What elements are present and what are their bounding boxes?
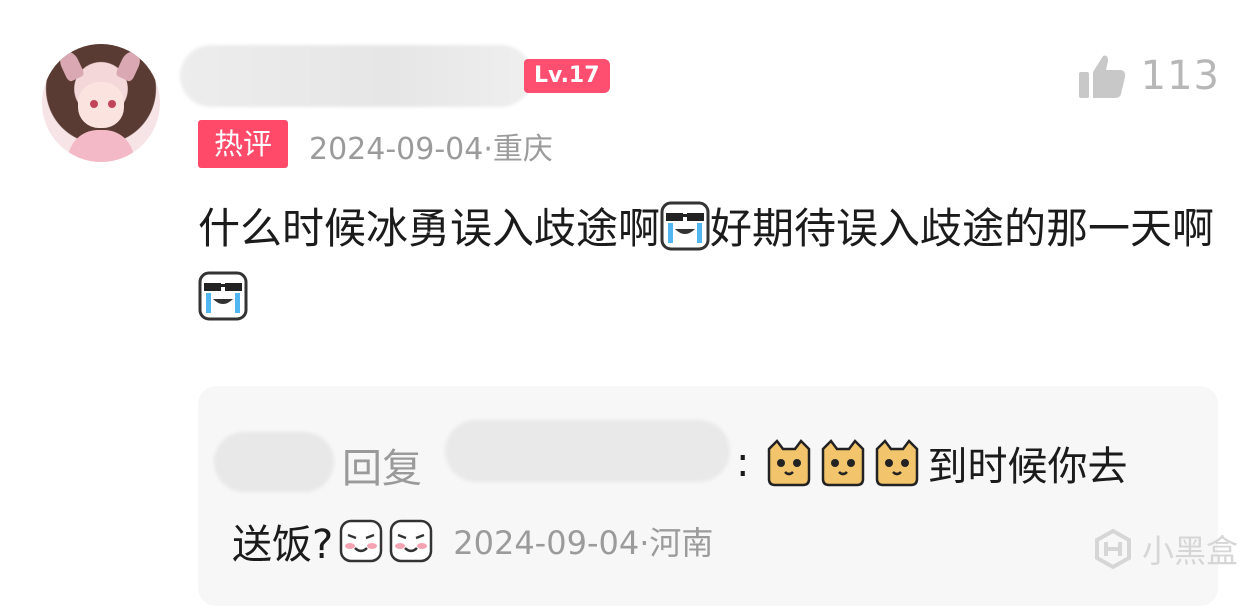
reply-colon: : [736,440,750,486]
watermark: 小黑盒 [1092,526,1238,572]
blush-face-icon [389,519,433,563]
blush-face-icon [339,519,383,563]
comment-text: 什么时候冰勇误入歧途啊 好期待误入歧途的那一天啊 [198,194,1228,334]
comment-meta: 2024-09-04·重庆 [309,132,553,167]
avatar-ear-left [56,49,86,83]
avatar-eye-right [108,100,116,108]
like-count: 113 [1140,53,1220,99]
avatar-ear-right [114,49,144,83]
comment-text-part1: 什么时候冰勇误入歧途啊 [198,204,661,253]
thumbs-up-icon [1078,55,1125,98]
comment-text-part2: 好期待误入歧途的那一天啊 [710,204,1215,253]
heybox-logo-icon [1094,528,1131,570]
reply-text-part1: 到时候你去 [927,444,1128,490]
avatar-face [78,82,124,128]
watermark-text: 小黑盒 [1141,532,1238,570]
username-redacted[interactable] [180,45,532,107]
hot-comment-badge: 热评 [198,120,288,168]
cat-face-icon [876,439,919,487]
replier-name-redacted[interactable] [214,432,334,492]
like-button[interactable]: 113 [1077,52,1220,100]
reply-label: 回复 [342,446,422,492]
avatar-eye-left [90,100,98,108]
avatar-body [68,130,134,162]
reply-meta: 2024-09-04·河南 [453,524,714,562]
crying-laughing-sunglasses-icon [198,271,248,321]
cat-face-icon [822,439,865,487]
reply-text-line1: : 到时候你去 [736,434,1127,492]
cat-face-icon [768,439,811,487]
reply-section[interactable] [198,386,1218,606]
level-badge: Lv.17 [524,59,610,93]
reply-target-name-redacted[interactable] [445,420,730,482]
crying-laughing-sunglasses-icon [660,201,710,251]
reply-text-part2: 送饭? [232,522,334,568]
reply-text-line2: 送饭? 2024-09-04·河南 [232,512,713,570]
user-avatar[interactable] [42,44,160,162]
